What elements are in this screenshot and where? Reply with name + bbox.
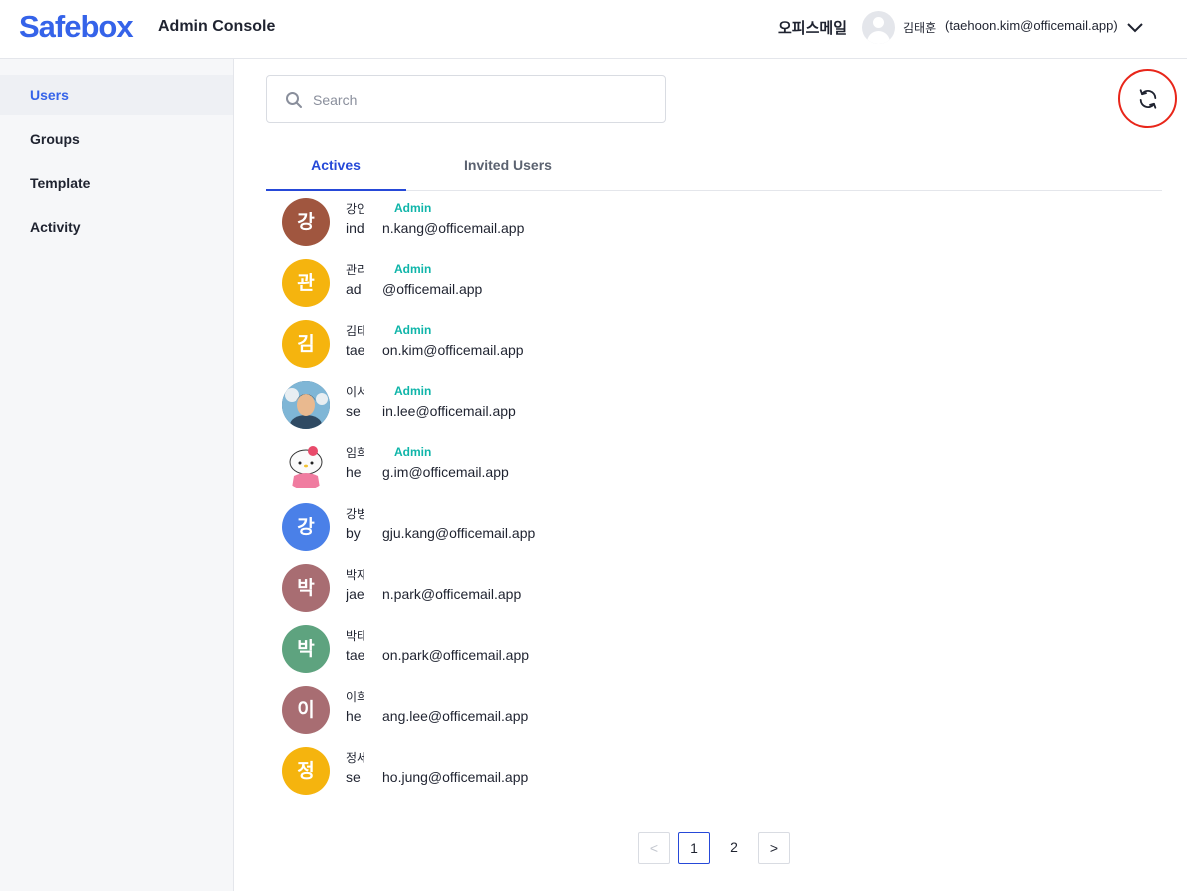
user-email-start: tae <box>346 342 364 358</box>
user-email: n.park@officemail.app <box>382 586 522 602</box>
user-email: ho.jung@officemail.app <box>382 769 529 785</box>
user-list-item[interactable]: 임희 Admin he g.im@officemail.app <box>282 442 882 492</box>
user-list-item[interactable]: 이서 Admin se in.lee@officemail.app <box>282 381 882 431</box>
user-email: @officemail.app <box>382 281 483 297</box>
admin-badge: Admin <box>394 262 432 276</box>
user-name: 정세 <box>346 751 364 765</box>
user-avatar: 박 <box>282 564 330 612</box>
user-avatar: 박 <box>282 625 330 673</box>
tab-invited-users[interactable]: Invited Users <box>436 145 580 191</box>
top-header: Safebox Admin Console 오피스메일 김태훈 (taehoon… <box>0 0 1187 59</box>
next-page-button[interactable]: > <box>758 832 790 864</box>
sidebar-item-activity[interactable]: Activity <box>0 207 233 247</box>
sidebar-item-groups[interactable]: Groups <box>0 119 233 159</box>
user-email: g.im@officemail.app <box>382 464 509 480</box>
user-name: 김태 <box>346 324 364 338</box>
user-email: in.lee@officemail.app <box>382 403 516 419</box>
user-name: 관리 <box>346 263 364 277</box>
user-list-item[interactable]: 정 정세 se ho.jung@officemail.app <box>282 747 882 797</box>
avatar-photo <box>282 381 330 429</box>
safebox-logo[interactable]: Safebox <box>19 9 134 45</box>
user-email: on.kim@officemail.app <box>382 342 524 358</box>
user-email-start: se <box>346 403 361 419</box>
user-avatar <box>282 381 330 429</box>
user-list-item[interactable]: 김 김태 Admin tae on.kim@officemail.app <box>282 320 882 370</box>
admin-badge: Admin <box>394 201 432 215</box>
user-list-item[interactable]: 관 관리 Admin ad @officemail.app <box>282 259 882 309</box>
user-avatar: 정 <box>282 747 330 795</box>
admin-badge: Admin <box>394 445 432 459</box>
user-email-start: tae <box>346 647 364 663</box>
admin-badge: Admin <box>394 323 432 337</box>
user-avatar: 강 <box>282 198 330 246</box>
search-input[interactable] <box>313 88 643 112</box>
tab-actives[interactable]: Actives <box>266 145 406 191</box>
user-email-start: se <box>346 769 361 785</box>
prev-page-button[interactable]: < <box>638 832 670 864</box>
sidebar-item-template[interactable]: Template <box>0 163 233 203</box>
refresh-button[interactable] <box>1118 69 1177 128</box>
user-list-item[interactable]: 박 박태 tae on.park@officemail.app <box>282 625 882 675</box>
user-avatar <box>282 442 330 490</box>
user-avatar: 강 <box>282 503 330 551</box>
user-name: 박재 <box>346 568 364 582</box>
user-email-start: ad <box>346 281 362 297</box>
user-email-start: by <box>346 525 361 541</box>
current-user-email[interactable]: (taehoon.kim@officemail.app) <box>945 18 1118 33</box>
user-list-item[interactable]: 이 이희 he ang.lee@officemail.app <box>282 686 882 736</box>
sidebar-item-users[interactable]: Users <box>0 75 233 115</box>
page-2-button[interactable]: 2 <box>718 832 750 864</box>
user-email-start: jae <box>346 586 364 602</box>
user-list-item[interactable]: 박 박재 jae n.park@officemail.app <box>282 564 882 614</box>
search-box[interactable] <box>266 75 666 123</box>
user-name: 강인 <box>346 202 364 216</box>
refresh-icon <box>1139 89 1157 109</box>
admin-badge: Admin <box>394 384 432 398</box>
user-email-start: he <box>346 464 362 480</box>
user-avatar: 관 <box>282 259 330 307</box>
avatar-photo <box>282 442 330 490</box>
user-name: 이서 <box>346 385 364 399</box>
page-1-button[interactable]: 1 <box>678 832 710 864</box>
console-title: Admin Console <box>158 18 276 35</box>
user-avatar: 김 <box>282 320 330 368</box>
avatar-head-shape <box>873 17 884 28</box>
pagination: < 1 2 > <box>638 832 790 864</box>
user-name: 이희 <box>346 690 364 704</box>
user-email: n.kang@officemail.app <box>382 220 525 236</box>
search-icon <box>286 92 302 108</box>
organization-name: 오피스메일 <box>778 19 848 37</box>
user-avatar: 이 <box>282 686 330 734</box>
user-email: ang.lee@officemail.app <box>382 708 529 724</box>
user-tabs: Actives Invited Users <box>266 145 1162 191</box>
user-name: 임희 <box>346 446 364 460</box>
current-user-avatar[interactable] <box>862 11 895 44</box>
user-list-item[interactable]: 강 강병 by gju.kang@officemail.app <box>282 503 882 553</box>
sidebar: Users Groups Template Activity <box>0 59 234 891</box>
chevron-down-icon[interactable] <box>1126 19 1144 37</box>
user-email: gju.kang@officemail.app <box>382 525 536 541</box>
current-user-name[interactable]: 김태훈 <box>903 19 936 36</box>
avatar-body-shape <box>867 31 890 44</box>
user-email: on.park@officemail.app <box>382 647 530 663</box>
user-email-start: he <box>346 708 362 724</box>
user-name: 강병 <box>346 507 364 521</box>
user-list-item[interactable]: 강 강인 Admin ind n.kang@officemail.app <box>282 198 882 248</box>
user-email-start: ind <box>346 220 364 236</box>
user-name: 박태 <box>346 629 364 643</box>
